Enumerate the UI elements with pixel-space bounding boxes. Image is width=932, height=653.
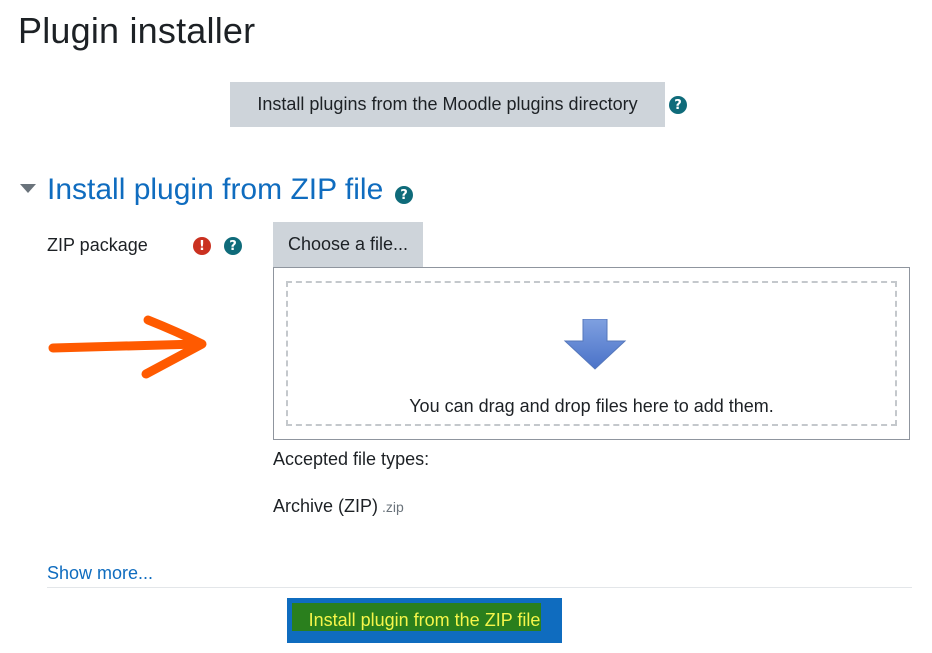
install-zip-label: Install plugin from the ZIP file [308,610,541,630]
choose-file-button[interactable]: Choose a file... [273,222,423,267]
exclamation-circle-icon: ! [193,237,211,255]
question-circle-icon[interactable]: ? [224,237,242,255]
zip-package-label: ZIP package [47,235,148,255]
archive-extension: .zip [382,499,404,515]
question-circle-icon[interactable]: ? [395,186,413,204]
page-title: Plugin installer [18,10,256,51]
show-more-link[interactable]: Show more... [47,563,153,584]
annotation-arrow-icon [48,315,207,379]
dropzone-text: You can drag and drop files here to add … [409,396,774,416]
install-from-directory-button[interactable]: Install plugins from the Moodle plugins … [230,82,665,127]
dropzone-dashed-area[interactable]: You can drag and drop files here to add … [286,281,897,426]
section-heading[interactable]: Install plugin from ZIP file [47,173,383,207]
question-circle-icon[interactable]: ? [669,96,687,114]
archive-type: Archive (ZIP) .zip [273,496,404,517]
collapse-caret-icon[interactable] [20,184,36,193]
divider [47,587,912,588]
accepted-types-label: Accepted file types: [273,449,430,469]
plugin-installer-page: Plugin installer Install plugins from th… [0,0,932,653]
download-arrow-icon [563,319,627,370]
archive-type-label: Archive (ZIP) [273,496,379,516]
install-zip-button[interactable]: Install plugin from the ZIP file [287,598,562,643]
file-dropzone[interactable]: You can drag and drop files here to add … [273,267,910,440]
